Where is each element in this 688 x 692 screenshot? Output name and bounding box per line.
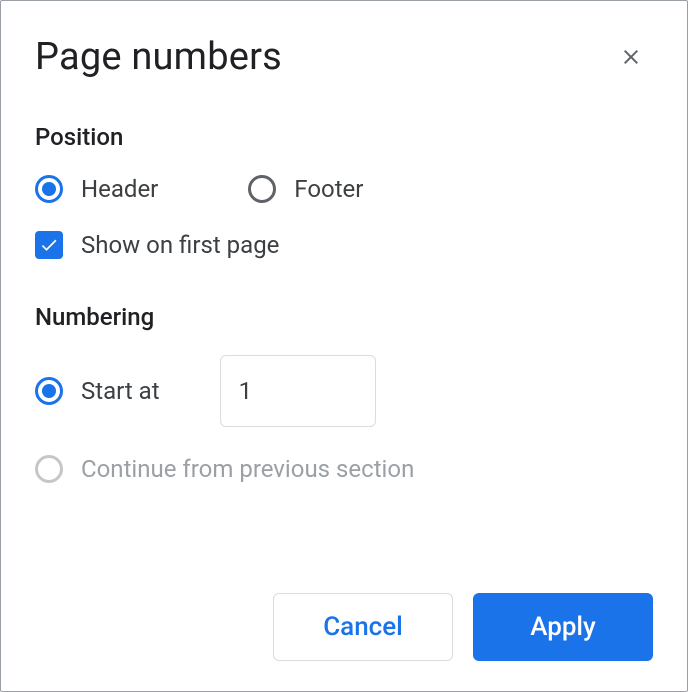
numbering-continue-radio: Continue from previous section	[35, 455, 653, 483]
dialog-header: Page numbers	[35, 35, 653, 79]
checkbox-checked-icon	[35, 231, 63, 259]
page-numbers-dialog: Page numbers Position Header Footer Show…	[0, 0, 688, 692]
start-at-input[interactable]	[220, 355, 376, 427]
radio-selected-icon	[35, 377, 63, 405]
dialog-title: Page numbers	[35, 35, 282, 79]
radio-disabled-icon	[35, 455, 63, 483]
close-button[interactable]	[609, 35, 653, 79]
position-section-label: Position	[35, 123, 653, 151]
cancel-button[interactable]: Cancel	[273, 593, 453, 661]
position-footer-radio[interactable]: Footer	[248, 175, 363, 203]
numbering-start-at-row: Start at	[35, 355, 653, 427]
dialog-footer: Cancel Apply	[273, 593, 653, 661]
position-radio-group: Header Footer	[35, 175, 653, 203]
numbering-start-at-radio[interactable]: Start at	[35, 377, 160, 405]
close-icon	[619, 45, 643, 69]
numbering-continue-label: Continue from previous section	[81, 455, 414, 483]
numbering-start-at-label: Start at	[81, 377, 160, 405]
position-footer-label: Footer	[294, 175, 363, 203]
position-header-label: Header	[81, 175, 158, 203]
radio-unselected-icon	[248, 175, 276, 203]
apply-button[interactable]: Apply	[473, 593, 653, 661]
show-first-page-checkbox[interactable]: Show on first page	[35, 231, 653, 259]
show-first-page-label: Show on first page	[81, 231, 279, 259]
position-header-radio[interactable]: Header	[35, 175, 158, 203]
numbering-section-label: Numbering	[35, 303, 653, 331]
radio-selected-icon	[35, 175, 63, 203]
